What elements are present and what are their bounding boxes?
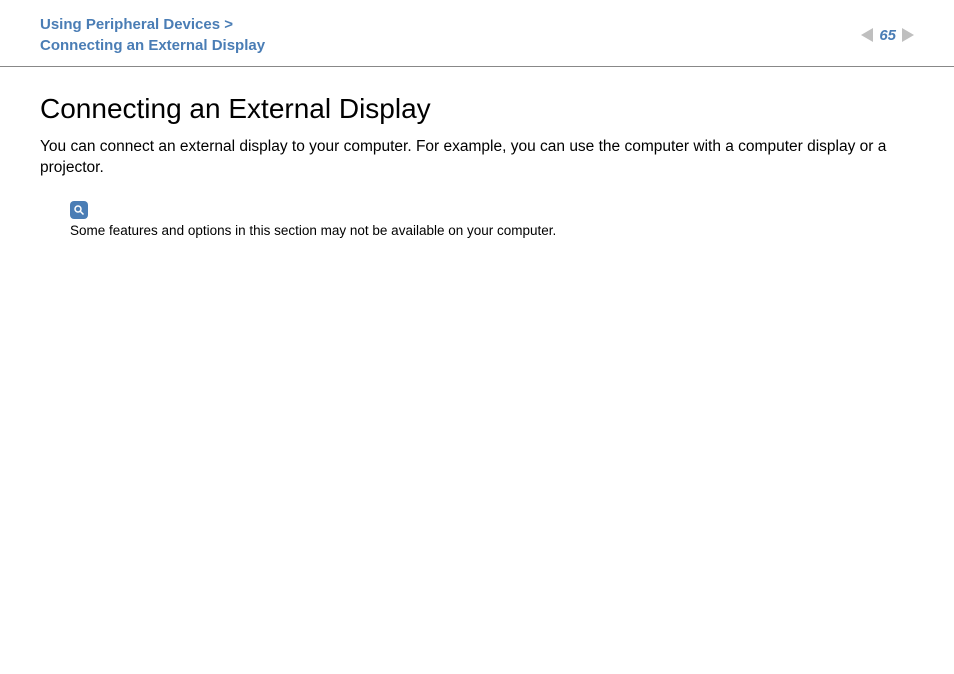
breadcrumb: Using Peripheral Devices > Connecting an… [40,14,265,56]
page-header: Using Peripheral Devices > Connecting an… [0,0,954,67]
prev-page-icon[interactable] [861,28,873,42]
note-text: Some features and options in this sectio… [70,223,914,238]
page-title: Connecting an External Display [40,93,914,125]
note-block: Some features and options in this sectio… [70,201,914,238]
breadcrumb-section[interactable]: Using Peripheral Devices [40,16,220,33]
page-number: 65 [879,27,896,44]
page-content: Connecting an External Display You can c… [0,67,954,238]
intro-paragraph: You can connect an external display to y… [40,137,914,179]
breadcrumb-current: Connecting an External Display [40,35,265,56]
page-nav: 65 [861,27,914,44]
next-page-icon[interactable] [902,28,914,42]
breadcrumb-separator: > [220,16,233,33]
magnifier-icon [70,201,88,219]
